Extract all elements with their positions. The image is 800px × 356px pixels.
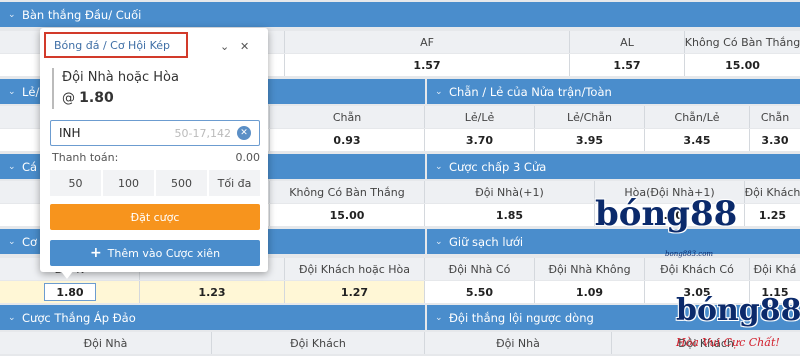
quick-stake-max-button[interactable]: Tối đa — [209, 170, 260, 196]
col-header: Đội Nhà Có — [425, 258, 535, 280]
quick-stake-50-button[interactable]: 50 — [50, 170, 101, 196]
quick-stake-buttons: 50 100 500 Tối đa — [50, 170, 260, 196]
odds-cell[interactable]: 1.23 — [140, 281, 285, 303]
chevron-down-icon: ⌄ — [8, 161, 16, 172]
bet-selection: Đội Nhà hoặc Hòa @ 1.80 — [52, 68, 252, 109]
close-icon[interactable]: ✕ — [240, 40, 249, 53]
section-header-first-last-goal[interactable]: ⌄ Bàn thắng Đầu/ Cuối — [0, 2, 800, 27]
section-header-winning-margin[interactable]: ⌄ Cược Thắng Áp Đảo — [0, 305, 425, 330]
col-header: Đội Khách — [212, 332, 425, 354]
odds-cell[interactable]: 5.50 — [425, 281, 535, 303]
odds-cell[interactable]: 1.09 — [535, 281, 645, 303]
col-header: Đội Nhà Không — [535, 258, 645, 280]
col-header: Đội Nhà(+1) — [425, 181, 595, 203]
col-header: Chẵn — [270, 106, 425, 128]
place-bet-button[interactable]: Đặt cược — [50, 204, 260, 230]
section-header-3way-handicap[interactable]: ⌄ Cược chấp 3 Cửa — [427, 154, 800, 179]
at-symbol: @ — [62, 91, 75, 106]
popup-pointer — [60, 270, 74, 279]
bet-slip-popup: Bóng đá / Cơ Hội Kép ⌄ ✕ Đội Nhà hoặc Hò… — [40, 28, 268, 272]
chevron-down-icon: ⌄ — [435, 236, 443, 247]
col-header: Đội Nhà — [425, 332, 612, 354]
chevron-down-icon: ⌄ — [8, 9, 16, 20]
odds-cell[interactable]: 1.85 — [425, 204, 595, 226]
chevron-down-icon: ⌄ — [435, 161, 443, 172]
col-header: Đội Khá — [753, 262, 797, 276]
chevron-down-icon: ⌄ — [8, 86, 16, 97]
odds-cell[interactable]: 1.27 — [285, 281, 425, 303]
col-header: Không Có Bàn Thắng — [685, 35, 800, 49]
col-header: Lẻ/Lẻ — [425, 106, 535, 128]
chevron-down-icon: ⌄ — [435, 86, 443, 97]
col-header: AF — [285, 31, 570, 53]
quick-stake-100-button[interactable]: 100 — [103, 170, 154, 196]
payout-value: 0.00 — [235, 151, 261, 164]
odds-cell[interactable]: 1.57 — [285, 54, 570, 76]
quick-stake-500-button[interactable]: 500 — [156, 170, 207, 196]
logo-site-url: bong883.com — [665, 250, 714, 258]
chevron-down-icon: ⌄ — [8, 312, 16, 323]
bong88-logo-bottom: bóng88 Hòa Vui Cực Chất! — [676, 294, 800, 350]
stake-value: INH — [59, 126, 81, 140]
selected-odds-cell[interactable]: 1.80 — [44, 283, 96, 301]
bet-category-label: Bóng đá / Cơ Hội Kép — [44, 32, 188, 58]
logo-slogan: Hòa Vui Cực Chất! — [676, 336, 780, 349]
odds-cell[interactable]: 1.25 — [745, 204, 800, 226]
plus-icon: + — [89, 245, 102, 261]
payout-row: Thanh toán: 0.00 — [52, 151, 260, 164]
chevron-down-icon: ⌄ — [435, 312, 443, 323]
bong88-logo-top: bóng88 bong883.com — [595, 194, 737, 258]
section-header-ht-ft-odd-even[interactable]: ⌄ Chẵn / Lẻ của Nửa trận/Toàn — [427, 79, 800, 104]
col-header: Đội Khách hoặc Hòa — [285, 258, 425, 280]
odds-cell[interactable]: 3.70 — [425, 129, 535, 151]
chevron-down-icon: ⌄ — [8, 236, 16, 247]
odds-cell[interactable]: 15.00 — [685, 54, 800, 76]
selection-name: Đội Nhà hoặc Hòa — [62, 70, 179, 85]
col-header: Lẻ/Chẵn — [535, 106, 645, 128]
stake-input[interactable]: INH 50-17,142 ✕ — [50, 120, 260, 146]
stake-range-placeholder: 50-17,142 — [174, 126, 231, 140]
payout-label: Thanh toán: — [52, 151, 119, 164]
col-header: Chẵn/Lẻ — [645, 106, 750, 128]
odds-cell[interactable]: 1.57 — [570, 54, 685, 76]
add-to-parlay-button[interactable]: + Thêm vào Cược xiên — [50, 240, 260, 266]
collapse-chevron-icon[interactable]: ⌄ — [220, 40, 229, 53]
col-header: AL — [570, 31, 685, 53]
col-header: Đội Khách — [745, 185, 800, 199]
odds-cell[interactable]: 0.93 — [270, 129, 425, 151]
odds-cell[interactable]: 3.30 — [750, 129, 800, 151]
odds-cell[interactable]: 3.95 — [535, 129, 645, 151]
odds-cell[interactable]: 15.00 — [270, 204, 425, 226]
odds-cell[interactable]: 3.45 — [645, 129, 750, 151]
selection-odds: 1.80 — [79, 90, 114, 106]
clear-icon[interactable]: ✕ — [237, 126, 251, 140]
col-header: Không Có Bàn Thắng — [270, 181, 425, 203]
col-header: Đội Nhà — [0, 332, 212, 354]
col-header: Chẵn — [760, 110, 790, 124]
